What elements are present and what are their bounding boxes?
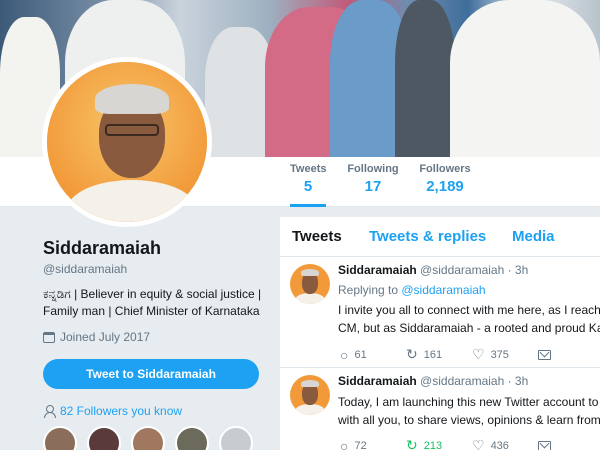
retweet-count: 161 bbox=[423, 348, 443, 361]
followers-you-know-label: 82 Followers you know bbox=[60, 404, 183, 418]
profile-handle: @siddaramaiah bbox=[43, 262, 128, 276]
tab-media[interactable]: Media bbox=[512, 228, 555, 245]
joined-text: Joined July 2017 bbox=[60, 330, 151, 344]
stat-tweets[interactable]: Tweets 5 bbox=[290, 163, 326, 207]
tweet-author-name[interactable]: Siddaramaiah bbox=[338, 374, 417, 388]
like-button[interactable]: ♡ 375 bbox=[472, 346, 538, 363]
tweet-text-line: Today, I am launching this new Twitter a… bbox=[338, 395, 600, 409]
tweet-meta: @siddaramaiah · 3h bbox=[420, 374, 529, 388]
like-count: 436 bbox=[490, 439, 509, 450]
reply-icon: ○ bbox=[340, 437, 349, 450]
tweet-item[interactable]: Siddaramaiah @siddaramaiah · 3h Today, I… bbox=[280, 369, 600, 450]
tweet-text: I invite you all to connect with me here… bbox=[338, 301, 600, 337]
tweet-text: Today, I am launching this new Twitter a… bbox=[338, 393, 600, 429]
retweet-button[interactable]: ↻ 161 bbox=[406, 346, 472, 363]
replying-to: Replying to @siddaramaiah bbox=[338, 283, 486, 297]
reply-button[interactable]: ○ 61 bbox=[340, 346, 406, 363]
profile-bio: ಕನ್ನಡಿಗ | Believer in equity & social ju… bbox=[43, 286, 268, 320]
heart-icon: ♡ bbox=[472, 346, 485, 362]
stat-following[interactable]: Following 17 bbox=[346, 163, 400, 195]
tweet-text-line: with all you, to share views, opinions &… bbox=[338, 413, 600, 427]
tweet-author-name[interactable]: Siddaramaiah bbox=[338, 263, 417, 277]
tweet-actions: ○ 72 ↻ 213 ♡ 436 bbox=[340, 437, 551, 450]
timeline: Tweets Tweets & replies Media Siddaramai… bbox=[280, 217, 600, 450]
avatar[interactable] bbox=[175, 426, 209, 450]
tweet-header: Siddaramaiah @siddaramaiah · 3h bbox=[338, 263, 528, 277]
retweet-icon: ↻ bbox=[406, 346, 418, 362]
stat-followers-value: 2,189 bbox=[426, 178, 464, 195]
tab-tweets[interactable]: Tweets bbox=[292, 228, 342, 245]
joined-date: Joined July 2017 bbox=[43, 330, 268, 344]
tweet-text-line: CM, but as Siddaramaiah - a rooted and p… bbox=[338, 321, 600, 335]
tab-tweets-replies[interactable]: Tweets & replies bbox=[369, 228, 486, 245]
bio-line-1: ಕನ್ನಡಿಗ | Believer in equity & social ju… bbox=[43, 287, 262, 301]
mail-icon bbox=[538, 349, 551, 360]
avatar[interactable] bbox=[290, 375, 330, 415]
retweet-count: 213 bbox=[423, 439, 443, 450]
tweet-header: Siddaramaiah @siddaramaiah · 3h bbox=[338, 374, 528, 388]
bio-line-2: Family man | Chief Minister of Karnataka bbox=[43, 304, 260, 318]
stat-following-label: Following bbox=[347, 163, 399, 175]
timeline-tabs: Tweets Tweets & replies Media bbox=[280, 217, 600, 257]
like-button[interactable]: ♡ 436 bbox=[472, 437, 538, 450]
calendar-icon bbox=[43, 331, 55, 343]
retweet-icon: ↻ bbox=[406, 437, 418, 450]
tweet-meta: @siddaramaiah · 3h bbox=[420, 263, 529, 277]
profile-card: Siddaramaiah @siddaramaiah ಕನ್ನಡಿಗ | Bel… bbox=[43, 238, 268, 344]
replying-to-handle[interactable]: @siddaramaiah bbox=[401, 283, 485, 297]
mail-icon bbox=[538, 440, 551, 450]
profile-name[interactable]: Siddaramaiah bbox=[43, 238, 268, 259]
tweet-actions: ○ 61 ↻ 161 ♡ 375 bbox=[340, 346, 551, 363]
stat-following-value: 17 bbox=[364, 178, 382, 195]
reply-button[interactable]: ○ 72 bbox=[340, 437, 406, 450]
reply-icon: ○ bbox=[340, 346, 349, 363]
avatar[interactable] bbox=[290, 264, 330, 304]
person-icon bbox=[43, 405, 56, 418]
follower-thumbnails bbox=[43, 426, 253, 450]
stat-tweets-value: 5 bbox=[303, 178, 313, 195]
retweet-button[interactable]: ↻ 213 bbox=[406, 437, 472, 450]
stat-followers-label: Followers bbox=[419, 163, 471, 175]
dm-button[interactable] bbox=[538, 346, 551, 363]
reply-count: 61 bbox=[354, 348, 367, 361]
followers-you-know[interactable]: 82 Followers you know bbox=[43, 404, 182, 418]
dm-button[interactable] bbox=[538, 437, 551, 450]
stat-followers[interactable]: Followers 2,189 bbox=[418, 163, 472, 195]
avatar[interactable] bbox=[131, 426, 165, 450]
profile-avatar[interactable] bbox=[42, 57, 212, 227]
tweet-item[interactable]: Siddaramaiah @siddaramaiah · 3h Replying… bbox=[280, 258, 600, 368]
replying-to-prefix: Replying to bbox=[338, 283, 402, 297]
tweet-to-button[interactable]: Tweet to Siddaramaiah bbox=[43, 359, 259, 389]
avatar[interactable] bbox=[43, 426, 77, 450]
avatar[interactable] bbox=[219, 426, 253, 450]
reply-count: 72 bbox=[354, 439, 367, 450]
like-count: 375 bbox=[490, 348, 509, 361]
avatar[interactable] bbox=[87, 426, 121, 450]
tweet-text-line: I invite you all to connect with me here… bbox=[338, 303, 600, 317]
heart-icon: ♡ bbox=[472, 437, 485, 450]
stat-tweets-label: Tweets bbox=[290, 163, 327, 175]
